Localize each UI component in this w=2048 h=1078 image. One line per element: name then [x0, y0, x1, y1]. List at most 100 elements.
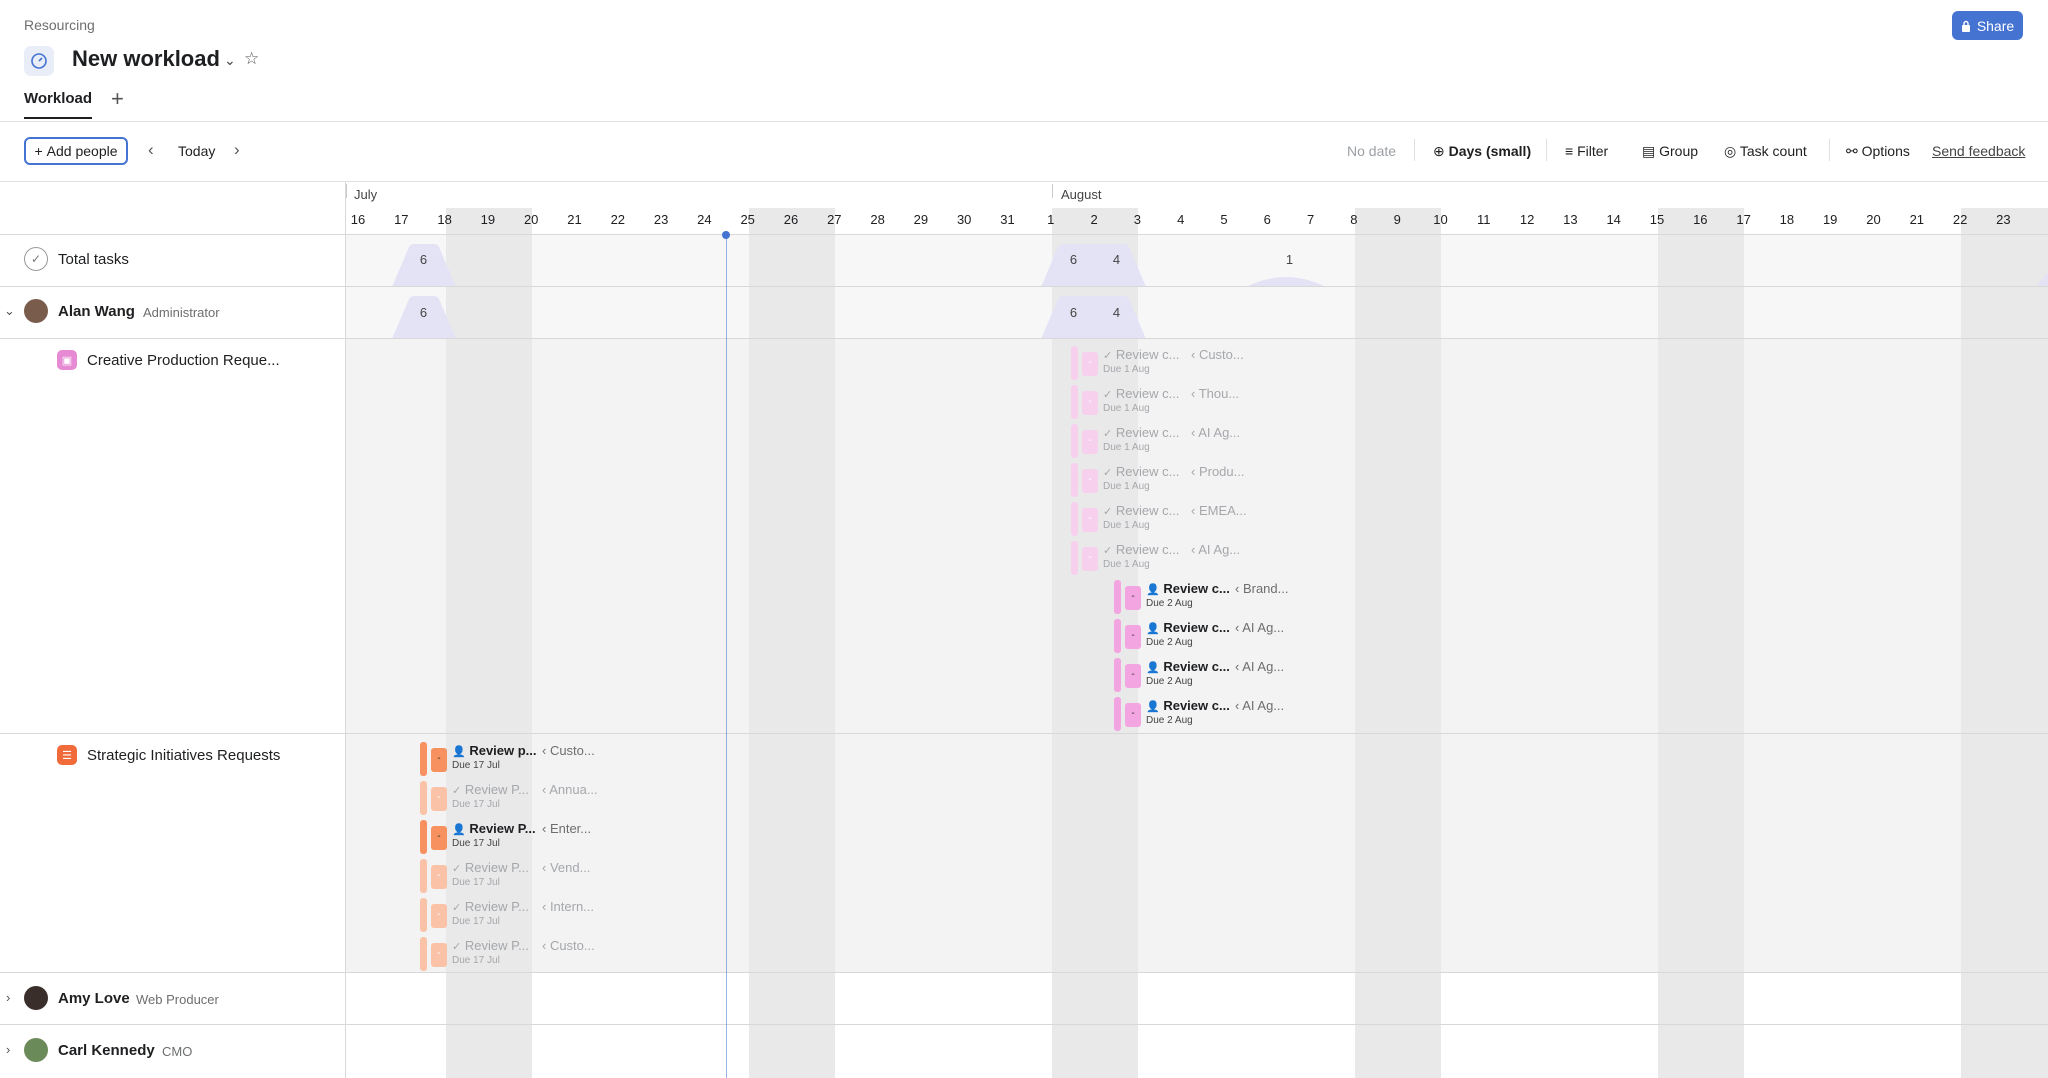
- task-effort-pill[interactable]: -: [1125, 664, 1141, 688]
- day-label: 8: [1350, 212, 1358, 227]
- task-effort-pill[interactable]: -: [1082, 391, 1098, 415]
- task-effort-pill[interactable]: -: [1125, 703, 1141, 727]
- task-count: 6: [419, 252, 428, 267]
- filter-label: Filter: [1577, 143, 1609, 159]
- task-parent: ‹ AI Ag...: [1191, 425, 1241, 440]
- task-due-date: Due 1 Aug: [1103, 442, 1150, 453]
- add-people-label: Add people: [46, 143, 118, 159]
- day-label: 25: [740, 212, 755, 227]
- task-bar: [420, 781, 427, 815]
- group-button[interactable]: ▤ Group: [1642, 143, 1698, 160]
- task-effort-pill[interactable]: -: [431, 904, 447, 928]
- task-effort-pill[interactable]: -: [431, 826, 447, 850]
- chevron-right-icon[interactable]: ›: [234, 140, 240, 160]
- chevron-right-icon[interactable]: ›: [6, 990, 10, 1005]
- day-label: 16: [350, 212, 366, 227]
- divider: [0, 121, 2048, 122]
- filter-button[interactable]: ≡ Filter: [1565, 143, 1608, 159]
- task-name: 👤 Review P...: [452, 821, 536, 836]
- task-effort-pill[interactable]: -: [431, 748, 447, 772]
- task-bar: [420, 859, 427, 893]
- zoom-button[interactable]: ⊕ Days (small): [1433, 143, 1531, 160]
- task-due-date: Due 17 Jul: [452, 877, 500, 888]
- chevron-right-icon[interactable]: ›: [6, 1042, 10, 1057]
- page-title[interactable]: New workload: [72, 46, 220, 72]
- task-parent: ‹ Annua...: [542, 782, 598, 797]
- star-icon[interactable]: ☆: [244, 49, 259, 69]
- task-effort-pill[interactable]: -: [431, 865, 447, 889]
- task-effort-pill[interactable]: -: [431, 787, 447, 811]
- task-title: Review c...: [1163, 659, 1230, 674]
- chevron-down-icon[interactable]: ⌄: [224, 52, 236, 69]
- add-tab-button[interactable]: +: [111, 86, 124, 112]
- task-due-date: Due 2 Aug: [1146, 715, 1193, 726]
- task-title: Review c...: [1163, 581, 1230, 596]
- task-title: Review P...: [464, 860, 529, 875]
- day-label: 11: [1477, 212, 1491, 227]
- breadcrumb[interactable]: Resourcing: [24, 17, 95, 33]
- task-bar: [1071, 541, 1078, 575]
- check-icon: ✓: [1103, 428, 1113, 440]
- row-divider: [0, 338, 2048, 339]
- day-label: 19: [480, 212, 496, 227]
- options-button[interactable]: ⚯ Options: [1846, 143, 1910, 160]
- task-effort-pill[interactable]: -: [1125, 625, 1141, 649]
- task-title: Review P...: [464, 899, 529, 914]
- task-count: 6: [419, 305, 428, 320]
- day-label: 1: [1047, 212, 1055, 227]
- person-name[interactable]: Amy Love: [58, 990, 130, 1007]
- task-due-date: Due 2 Aug: [1146, 598, 1193, 609]
- task-name: ✓ Review P...: [452, 860, 529, 875]
- task-name: ✓ Review c...: [1103, 542, 1179, 557]
- task-title: Review c...: [1163, 620, 1230, 635]
- tab-workload[interactable]: Workload: [24, 90, 92, 107]
- task-effort-pill[interactable]: -: [1082, 547, 1098, 571]
- person-name[interactable]: Alan Wang: [58, 303, 135, 320]
- task-parent: ‹ Vend...: [542, 860, 591, 875]
- project-name[interactable]: Creative Production Reque...: [87, 352, 280, 369]
- day-label: 17: [394, 212, 409, 227]
- task-effort-pill[interactable]: -: [1082, 430, 1098, 454]
- project-lane-bg: [346, 734, 2048, 972]
- no-date-button[interactable]: No date: [1347, 143, 1396, 159]
- project-icon: ☰: [57, 745, 77, 765]
- person-workload-chart: [392, 296, 1146, 339]
- share-button[interactable]: Share: [1952, 11, 2023, 40]
- task-count-button[interactable]: ◎ Task count: [1724, 143, 1807, 160]
- chevron-down-icon[interactable]: ⌄: [4, 303, 15, 319]
- day-label: 18: [437, 212, 452, 227]
- task-title: Review c...: [1115, 503, 1180, 518]
- send-feedback-link[interactable]: Send feedback: [1932, 143, 2025, 159]
- task-effort-pill[interactable]: -: [1082, 508, 1098, 532]
- task-effort-pill[interactable]: -: [1082, 469, 1098, 493]
- person-icon: 👤: [1146, 662, 1160, 674]
- zoom-icon: ⊕: [1433, 143, 1445, 159]
- task-parent: ‹ Custo...: [542, 743, 595, 758]
- task-effort-pill[interactable]: -: [431, 943, 447, 967]
- workload-icon: [24, 46, 54, 76]
- project-name[interactable]: Strategic Initiatives Requests: [87, 747, 280, 764]
- plus-icon: +: [34, 143, 43, 159]
- day-label: 9: [1393, 212, 1401, 227]
- task-due-date: Due 17 Jul: [452, 916, 500, 927]
- person-name[interactable]: Carl Kennedy: [58, 1042, 155, 1059]
- chevron-left-icon[interactable]: ‹: [148, 140, 154, 160]
- day-label: 24: [697, 212, 712, 227]
- task-title: Review p...: [469, 743, 537, 758]
- task-effort-pill[interactable]: -: [1082, 352, 1098, 376]
- toolbar-separator: [1829, 139, 1830, 161]
- task-title: Review c...: [1115, 386, 1180, 401]
- check-icon: ✓: [1103, 350, 1113, 362]
- row-divider: [0, 733, 2048, 734]
- day-label: 20: [523, 212, 539, 227]
- task-count: 1: [1285, 252, 1294, 267]
- avatar: [24, 299, 48, 323]
- today-button[interactable]: Today: [178, 143, 215, 159]
- add-people-button[interactable]: + Add people: [24, 137, 128, 165]
- task-name: ✓ Review P...: [452, 782, 529, 797]
- today-marker-dot: [722, 231, 730, 239]
- task-count: 4: [1112, 305, 1121, 320]
- check-icon: ✓: [452, 863, 462, 875]
- check-icon: ✓: [452, 941, 462, 953]
- task-effort-pill[interactable]: -: [1125, 586, 1141, 610]
